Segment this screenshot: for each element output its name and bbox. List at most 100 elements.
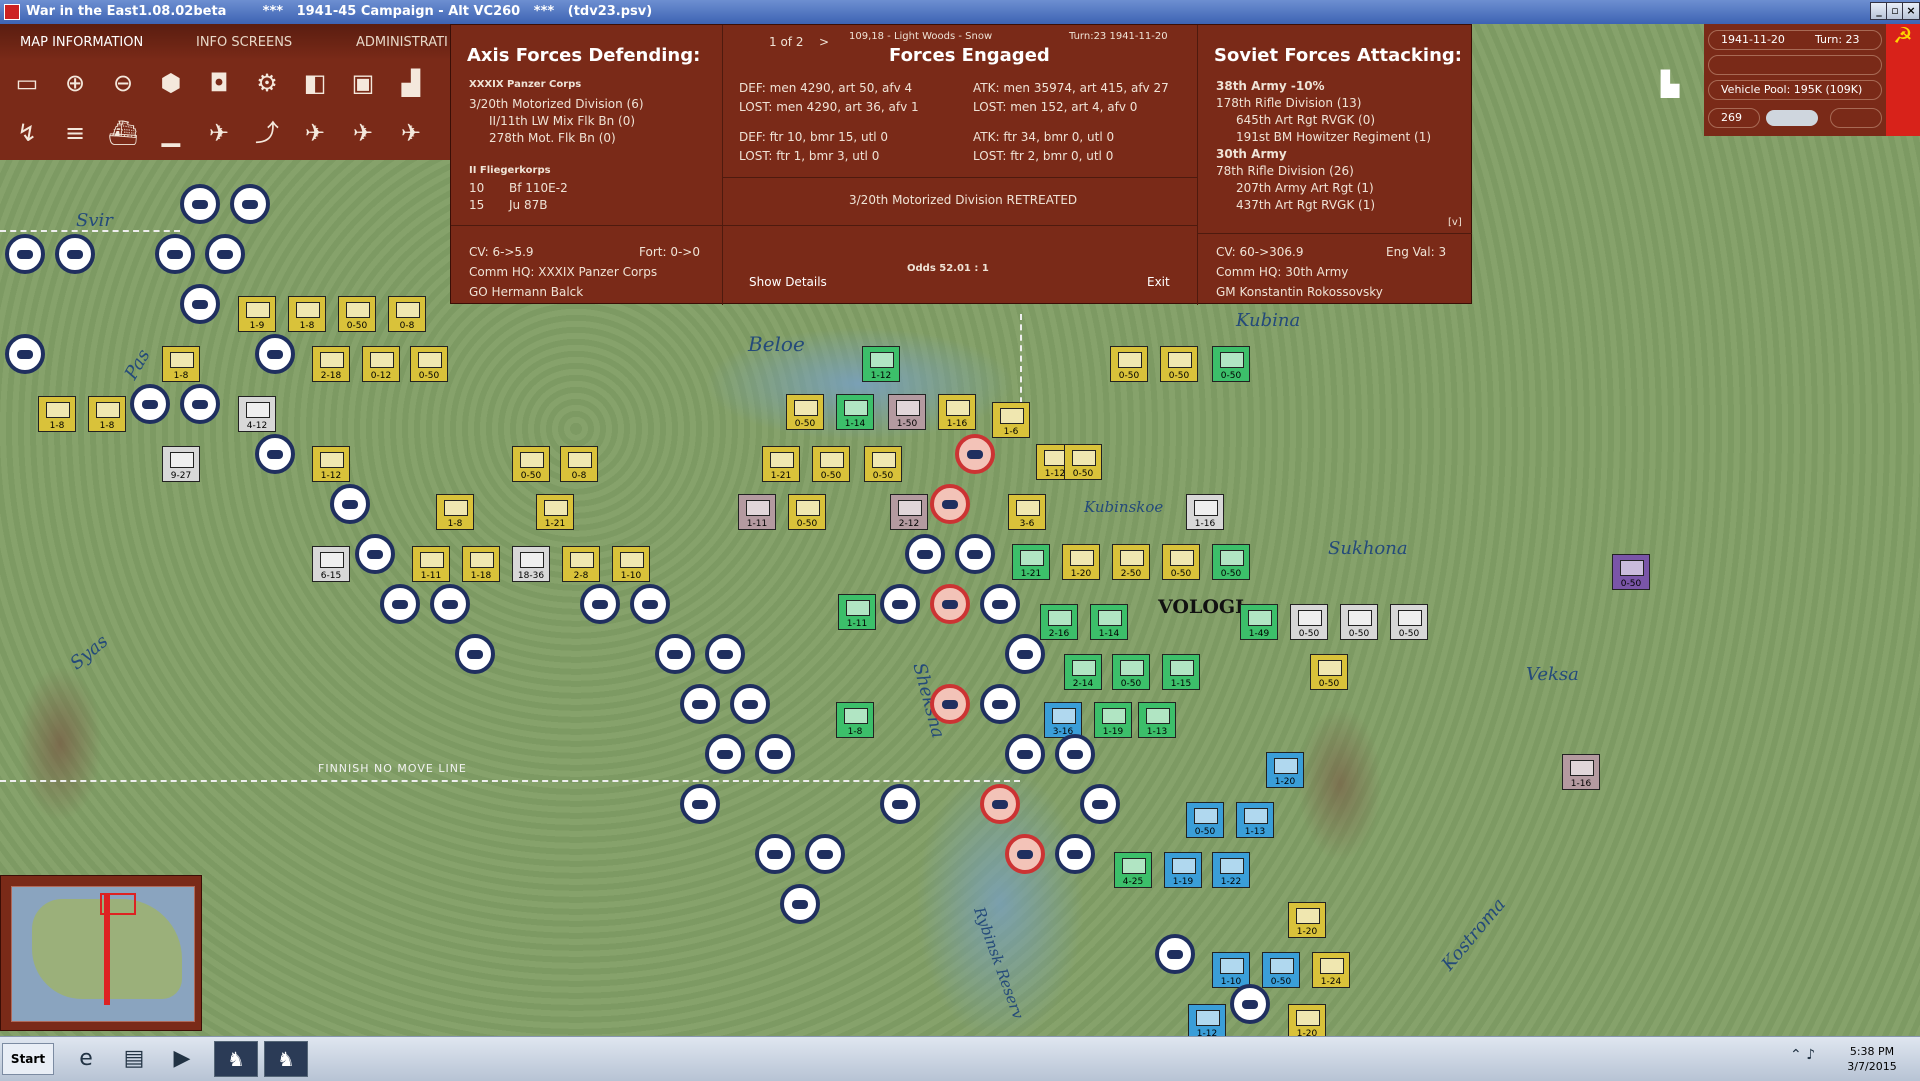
unit-counter[interactable]: 0-50 <box>1186 802 1224 838</box>
tab-map-information[interactable]: MAP INFORMATION <box>20 32 143 54</box>
unit-counter[interactable]: 0-50 <box>1064 444 1102 480</box>
unit-counter[interactable]: 0-50 <box>786 394 824 430</box>
movement-path-icon[interactable]: ↯ <box>10 116 44 150</box>
unit-counter[interactable]: 2-50 <box>1112 544 1150 580</box>
axis-tank-marker-engaged[interactable] <box>930 484 970 524</box>
game-taskbar-app-icon[interactable]: ♞ <box>264 1041 308 1077</box>
bar-chart-icon[interactable]: ▙ <box>1650 70 1690 106</box>
axis-unit[interactable]: 3/20th Motorized Division (6) <box>469 97 644 111</box>
unit-counter[interactable]: 1-6 <box>992 402 1030 438</box>
unit-counter[interactable]: 0-8 <box>560 446 598 482</box>
unit-counter[interactable]: 1-16 <box>1562 754 1600 790</box>
unit-counter[interactable]: 1-50 <box>888 394 926 430</box>
unit-counter[interactable]: 0-50 <box>1310 654 1348 690</box>
air-recon-icon[interactable]: ✈ <box>298 116 332 150</box>
unit-counter[interactable]: 1-18 <box>462 546 500 582</box>
unit-counter[interactable]: 2-12 <box>890 494 928 530</box>
unit-counter[interactable]: 1-8 <box>288 296 326 332</box>
axis-tank-marker[interactable] <box>655 634 695 674</box>
axis-tank-marker[interactable] <box>5 234 45 274</box>
minimap-view[interactable] <box>11 886 195 1022</box>
unit-counter[interactable]: 0-50 <box>1390 604 1428 640</box>
air-bomb-icon[interactable]: ✈ <box>346 116 380 150</box>
axis-tank-marker[interactable] <box>630 584 670 624</box>
unit-counter[interactable]: 1-11 <box>738 494 776 530</box>
close-button[interactable]: × <box>1902 2 1920 20</box>
unit-counter[interactable]: 1-8 <box>836 702 874 738</box>
unit-counter[interactable]: 2-14 <box>1064 654 1102 690</box>
axis-tank-marker[interactable] <box>180 384 220 424</box>
axis-tank-marker[interactable] <box>1155 934 1195 974</box>
unit-counter[interactable]: 1-11 <box>838 594 876 630</box>
axis-tank-marker[interactable] <box>880 584 920 624</box>
zoom-in-icon[interactable]: ⊕ <box>58 66 92 100</box>
axis-tank-marker-engaged[interactable] <box>930 584 970 624</box>
axis-tank-marker-engaged[interactable] <box>1005 834 1045 874</box>
unit-counter[interactable]: 1-12 <box>312 446 350 482</box>
axis-tank-marker-engaged[interactable] <box>955 434 995 474</box>
exit-button[interactable]: Exit <box>1147 275 1170 289</box>
unit-counter[interactable]: 1-20 <box>1288 1004 1326 1036</box>
axis-tank-marker[interactable] <box>1055 834 1095 874</box>
axis-tank-marker[interactable] <box>255 434 295 474</box>
terrain-icon[interactable]: ◧ <box>298 66 332 100</box>
unit-counter[interactable]: 1-24 <box>1312 952 1350 988</box>
axis-tank-marker[interactable] <box>755 734 795 774</box>
axis-tank-marker[interactable] <box>1005 734 1045 774</box>
axis-tank-marker[interactable] <box>255 334 295 374</box>
unit-counter[interactable]: 0-50 <box>864 446 902 482</box>
axis-tank-marker[interactable] <box>680 784 720 824</box>
unit-counter[interactable]: 0-50 <box>1162 544 1200 580</box>
axis-unit[interactable]: II/11th LW Mix Flk Bn (0) <box>489 114 635 128</box>
axis-tank-marker[interactable] <box>455 634 495 674</box>
axis-tank-marker[interactable] <box>980 584 1020 624</box>
axis-tank-marker[interactable] <box>880 784 920 824</box>
unit-counter[interactable]: 1-8 <box>162 346 200 382</box>
axis-tank-marker[interactable] <box>430 584 470 624</box>
axis-tank-marker[interactable] <box>755 834 795 874</box>
ship-icon[interactable]: ⛴ <box>106 116 140 150</box>
internet-explorer-icon[interactable]: e <box>66 1041 106 1077</box>
axis-tank-marker[interactable] <box>705 634 745 674</box>
unit-counter[interactable]: 1-14 <box>1090 604 1128 640</box>
unit-counter[interactable]: 0-50 <box>1212 544 1250 580</box>
axis-tank-marker[interactable] <box>180 284 220 324</box>
unit-counter[interactable]: 1-19 <box>1094 702 1132 738</box>
axis-tank-marker[interactable] <box>1080 784 1120 824</box>
start-button[interactable]: Start <box>2 1043 54 1075</box>
unit-counter[interactable]: 1-10 <box>612 546 650 582</box>
soviet-unit[interactable]: 178th Rifle Division (13) <box>1216 96 1361 110</box>
gear-icon[interactable]: ⚙ <box>250 66 284 100</box>
unit-counter[interactable]: 1-21 <box>1012 544 1050 580</box>
unit-counter[interactable]: 3-16 <box>1044 702 1082 738</box>
minimap[interactable] <box>0 875 202 1031</box>
axis-tank-marker[interactable] <box>580 584 620 624</box>
unit-counter[interactable]: 18-36 <box>512 546 550 582</box>
unit-counter[interactable]: 4-25 <box>1114 852 1152 888</box>
window-stack-icon[interactable]: ▭ <box>10 66 44 100</box>
unit-counter[interactable]: 0-50 <box>410 346 448 382</box>
hex-grid-icon[interactable]: ⬢ <box>154 66 188 100</box>
air-attack-icon[interactable]: ✈ <box>202 116 236 150</box>
axis-tank-marker[interactable] <box>155 234 195 274</box>
soviet-unit[interactable]: 78th Rifle Division (26) <box>1216 164 1354 178</box>
unit-counter[interactable]: 4-12 <box>238 396 276 432</box>
unit-counter[interactable]: 0-50 <box>1612 554 1650 590</box>
axis-tank-marker[interactable] <box>805 834 845 874</box>
axis-tank-marker[interactable] <box>230 184 270 224</box>
unit-counter[interactable]: 1-21 <box>536 494 574 530</box>
media-player-icon[interactable]: ▶ <box>162 1041 202 1077</box>
axis-tank-marker[interactable] <box>130 384 170 424</box>
air-strike-icon[interactable]: ✈ <box>394 116 428 150</box>
axis-tank-marker[interactable] <box>730 684 770 724</box>
unit-counter[interactable]: 2-18 <box>312 346 350 382</box>
axis-tank-marker[interactable] <box>5 334 45 374</box>
tab-administration[interactable]: ADMINISTRATI <box>356 32 448 54</box>
unit-counter[interactable]: 0-8 <box>388 296 426 332</box>
naval-transport-icon[interactable]: ▁ <box>154 116 188 150</box>
unit-counter[interactable]: 1-10 <box>1212 952 1250 988</box>
axis-tank-marker[interactable] <box>680 684 720 724</box>
unit-counter[interactable]: 1-14 <box>836 394 874 430</box>
unit-counter[interactable]: 0-50 <box>1112 654 1150 690</box>
unit-counter[interactable]: 0-50 <box>1290 604 1328 640</box>
